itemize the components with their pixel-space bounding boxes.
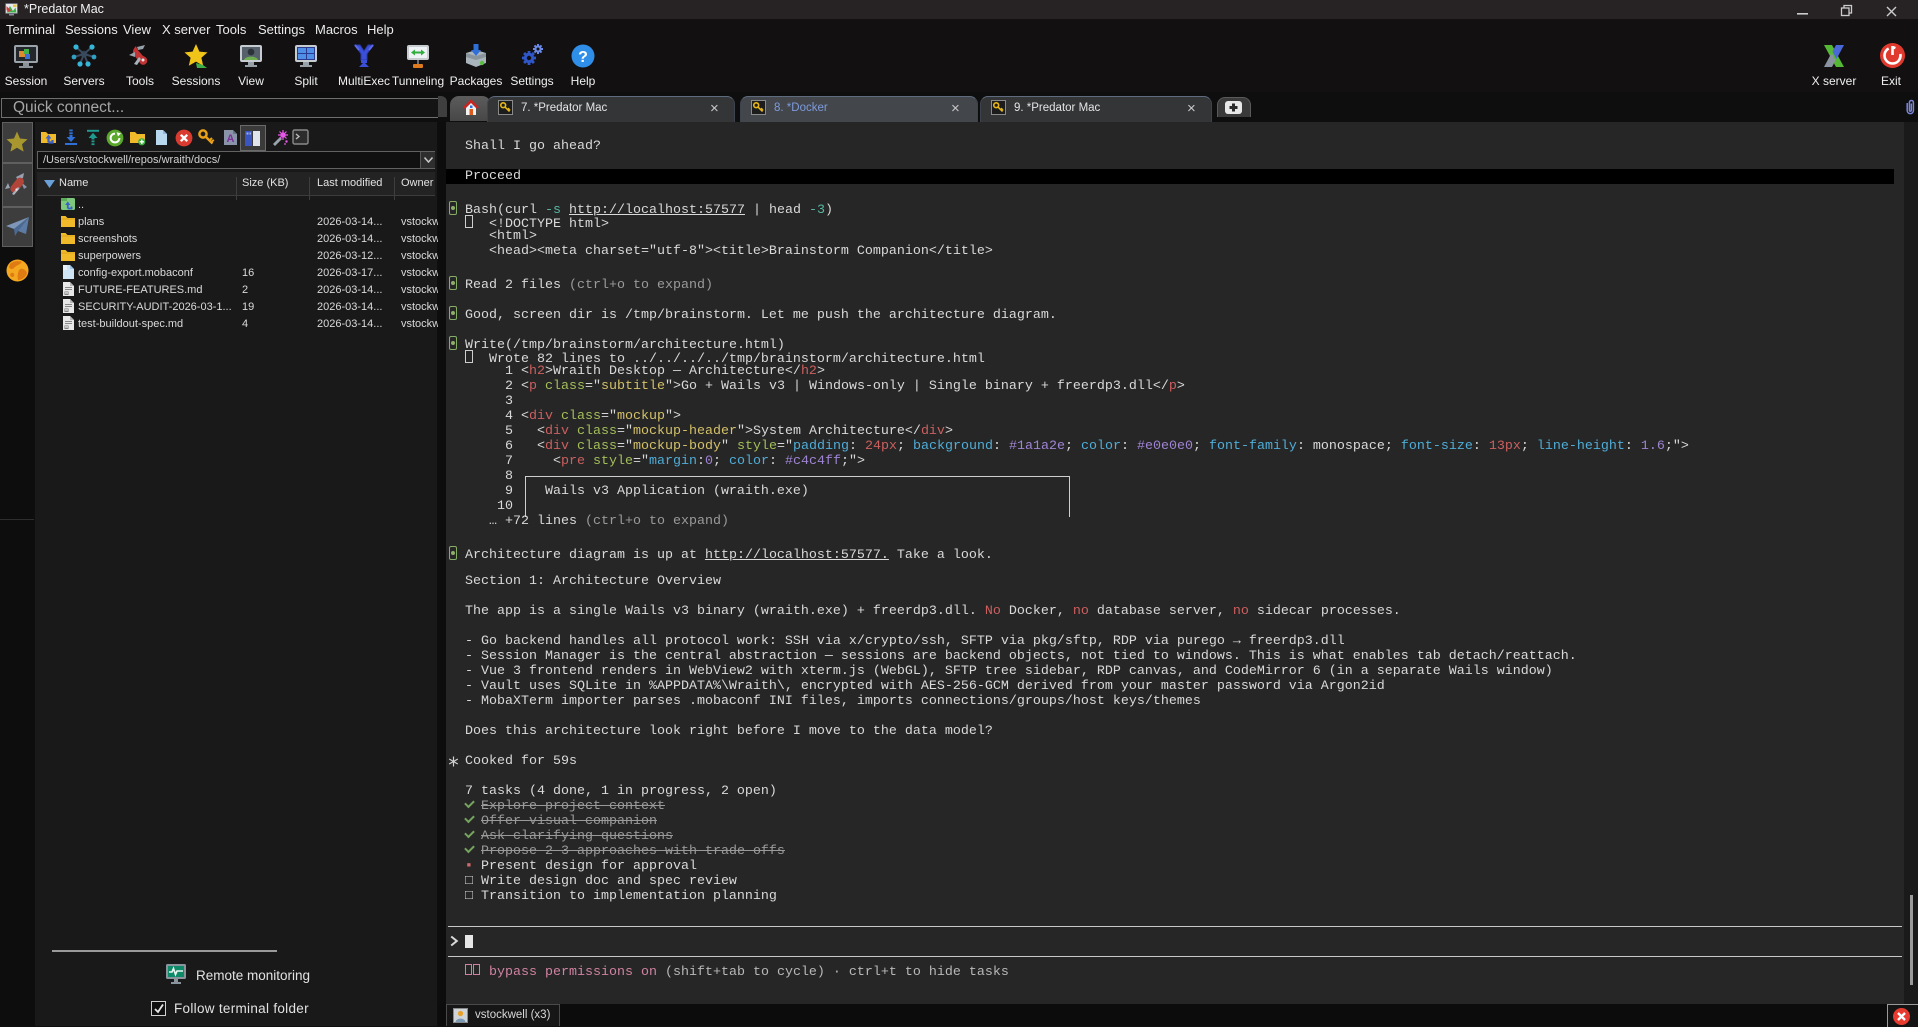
svg-text:?: ? bbox=[578, 49, 588, 66]
svg-text:A: A bbox=[227, 133, 235, 145]
